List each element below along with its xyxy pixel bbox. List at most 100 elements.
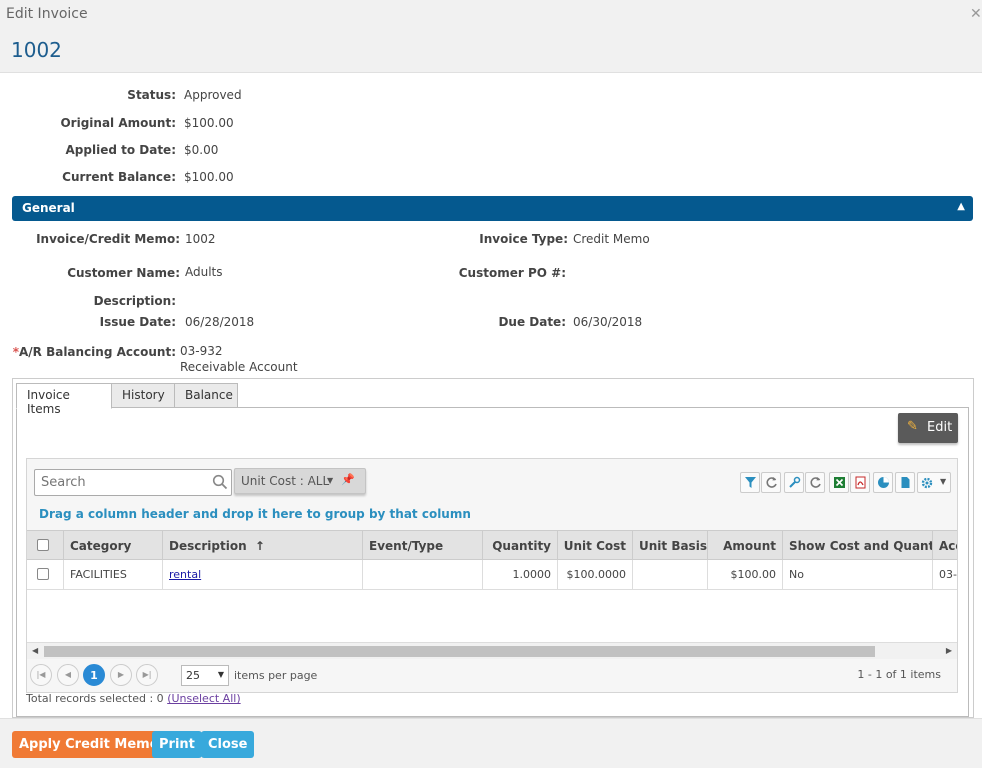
column-header-category[interactable]: Category (63, 531, 162, 559)
page-size-select[interactable]: 25 ▼ (181, 665, 229, 686)
customer-po-label: Customer PO #: (458, 266, 566, 280)
invoice-credit-memo-label: Invoice/Credit Memo: (36, 232, 180, 246)
page-size-value: 25 (186, 669, 200, 682)
filter-icon[interactable] (740, 472, 760, 493)
status-label: Status: (127, 88, 176, 102)
chevron-down-icon: ▼ (217, 670, 224, 679)
edit-button[interactable]: ✎ Edit (898, 413, 958, 443)
pencil-icon: ✎ (907, 419, 918, 434)
dialog-header: Edit Invoice 1002 ✕ (0, 0, 982, 73)
applied-to-date-value: $0.00 (184, 143, 219, 157)
unselect-all-link[interactable]: (Unselect All) (167, 692, 240, 705)
pager-info: 1 - 1 of 1 items (857, 668, 941, 681)
invoice-credit-memo-value: 1002 (185, 232, 216, 246)
current-balance-value: $100.00 (184, 170, 234, 184)
column-header-unit-cost[interactable]: Unit Cost (557, 531, 632, 559)
customer-name-value: Adults (185, 265, 223, 279)
unit-cost-filter-label: Unit Cost : ALL (241, 474, 330, 488)
dialog-title: Edit Invoice (6, 6, 88, 22)
cell-unit-basis (632, 560, 707, 590)
grid-pager: |◀ ◀ 1 ▶ ▶| 25 ▼ items per page 1 - 1 of… (27, 659, 957, 692)
cell-event-type (362, 560, 482, 590)
edit-button-label: Edit (927, 420, 953, 435)
column-header-unit-basis[interactable]: Unit Basis (632, 531, 707, 559)
grid-toolbar: ▼ (740, 472, 952, 493)
collapse-caret-icon[interactable]: ▲ (957, 201, 965, 212)
cell-unit-cost: $100.0000 (557, 560, 632, 590)
cell-category: FACILITIES (63, 560, 162, 590)
apply-credit-memo-button[interactable]: Apply Credit Memo (12, 731, 166, 758)
column-header-amount[interactable]: Amount (707, 531, 782, 559)
ar-account-label-text: A/R Balancing Account: (18, 345, 176, 359)
close-icon[interactable]: ✕ (970, 6, 982, 22)
tab-balance[interactable]: Balance (174, 383, 238, 408)
select-all-checkbox[interactable] (37, 539, 49, 551)
invoice-type-value: Credit Memo (573, 232, 650, 246)
group-by-hint: Drag a column header and drop it here to… (39, 507, 471, 521)
column-header-quantity[interactable]: Quantity (482, 531, 557, 559)
cell-quantity: 1.0000 (482, 560, 557, 590)
close-button[interactable]: Close (201, 731, 255, 758)
excel-export-icon[interactable] (829, 472, 849, 493)
tab-invoice-items[interactable]: Invoice Items (16, 383, 112, 416)
reset-icon[interactable] (805, 472, 825, 493)
page-number-button[interactable]: 1 (83, 664, 105, 686)
cell-show-cost: No (782, 560, 932, 590)
total-records-selected: Total records selected : 0 (Unselect All… (26, 692, 241, 705)
invoice-number-heading: 1002 (11, 38, 62, 62)
refresh-filter-icon[interactable] (761, 472, 781, 493)
chevron-down-icon[interactable]: ▼ (327, 476, 333, 485)
wrench-icon[interactable] (784, 472, 804, 493)
total-records-text: Total records selected : 0 (26, 692, 164, 705)
ar-account-label: *A/R Balancing Account: (13, 345, 176, 359)
invoice-type-label: Invoice Type: (479, 232, 568, 246)
horizontal-scrollbar[interactable]: ◀ ▶ (27, 642, 957, 659)
cell-amount: $100.00 (707, 560, 782, 590)
general-section-header[interactable]: General ▲ (12, 196, 973, 221)
search-input[interactable] (35, 470, 213, 495)
description-link[interactable]: rental (169, 568, 201, 581)
tab-history[interactable]: History (111, 383, 175, 408)
scroll-left-icon[interactable]: ◀ (32, 646, 38, 655)
customer-name-label: Customer Name: (67, 266, 180, 280)
due-date-label: Due Date: (498, 315, 566, 329)
settings-menu[interactable]: ▼ (917, 472, 951, 493)
last-page-icon[interactable]: ▶| (136, 664, 158, 686)
search-icon[interactable] (212, 474, 228, 490)
sort-asc-icon: ↑ (254, 539, 265, 553)
pin-icon[interactable]: 📌 (341, 473, 355, 486)
column-header-show-cost[interactable]: Show Cost and Quant... (782, 531, 932, 559)
row-select-cell (27, 560, 63, 590)
scrollbar-thumb[interactable] (44, 646, 875, 657)
column-header-description-label: Description (169, 539, 247, 553)
applied-to-date-label: Applied to Date: (65, 143, 177, 157)
settings-dropdown-chevron-icon: ▼ (940, 477, 947, 486)
general-section-title: General (22, 201, 75, 215)
status-value: Approved (184, 88, 242, 102)
row-checkbox[interactable] (37, 568, 49, 580)
select-all-cell (27, 531, 63, 559)
cell-description: rental (162, 560, 362, 590)
unit-cost-filter-chip[interactable]: Unit Cost : ALL ▼ 📌 (234, 468, 366, 494)
current-balance-label: Current Balance: (62, 170, 176, 184)
column-header-event-type[interactable]: Event/Type (362, 531, 482, 559)
pdf-export-icon[interactable] (850, 472, 870, 493)
column-header-description[interactable]: Description ↑ (162, 531, 362, 559)
prev-page-icon[interactable]: ◀ (57, 664, 79, 686)
items-per-page-label: items per page (234, 669, 318, 682)
due-date-value: 06/30/2018 (573, 315, 643, 329)
grid-search-box[interactable] (34, 469, 232, 496)
original-amount-value: $100.00 (184, 116, 234, 130)
scroll-right-icon[interactable]: ▶ (946, 646, 952, 655)
print-button[interactable]: Print (152, 731, 202, 758)
column-header-account[interactable]: Acc (932, 531, 957, 559)
ar-account-description: Receivable Account (180, 360, 298, 374)
cell-account: 03- (932, 560, 957, 590)
next-page-icon[interactable]: ▶ (110, 664, 132, 686)
chart-icon[interactable] (873, 472, 893, 493)
document-icon[interactable] (895, 472, 915, 493)
issue-date-value: 06/28/2018 (185, 315, 255, 329)
grid-header-row: Category Description ↑ Event/Type Quanti… (27, 530, 957, 560)
original-amount-label: Original Amount: (60, 116, 176, 130)
first-page-icon[interactable]: |◀ (30, 664, 52, 686)
